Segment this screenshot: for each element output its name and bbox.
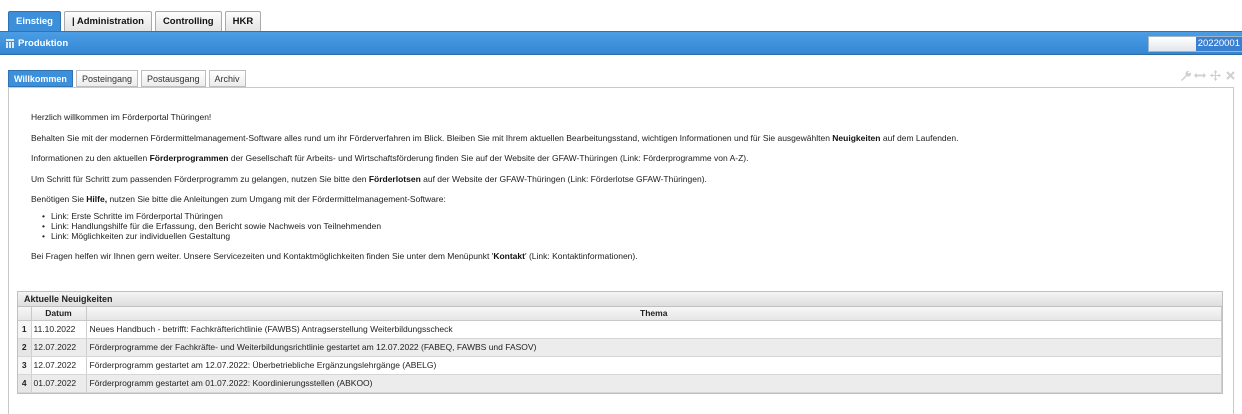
tab-einstieg[interactable]: Einstieg — [8, 11, 61, 31]
production-bar: Produktion 20220001 — [0, 31, 1242, 55]
help-link-list: Link: Erste Schritte im Förderportal Thü… — [42, 211, 1226, 241]
column-header-thema[interactable]: Thema — [86, 307, 1222, 321]
row-number: 3 — [18, 356, 32, 375]
link-erste-schritte[interactable]: Link: Erste Schritte im Förderportal Thü… — [42, 211, 1226, 221]
news-topic[interactable]: Förderprogramm gestartet am 12.07.2022: … — [86, 356, 1222, 375]
production-title: Produktion — [18, 37, 69, 49]
close-icon[interactable] — [1224, 69, 1236, 81]
table-row[interactable]: 3 12.07.2022 Förderprogramm gestartet am… — [18, 356, 1222, 375]
news-topic[interactable]: Förderprogramme der Fachkräfte- und Weit… — [86, 338, 1222, 357]
foerderlotsen-highlight: Förderlotsen — [368, 173, 421, 184]
paragraph-help: Benötigen Sie Hilfe, nutzen Sie bitte di… — [31, 194, 446, 204]
project-number-field[interactable]: 20220001 — [1148, 36, 1242, 52]
row-number: 1 — [18, 320, 32, 339]
resize-horizontal-icon[interactable] — [1194, 69, 1206, 81]
tab-hkr[interactable]: HKR — [224, 11, 262, 31]
news-panel: Aktuelle Neuigkeiten Datum Thema 1 11.10… — [17, 291, 1223, 394]
link-gestaltung[interactable]: Link: Möglichkeiten zur individuellen Ge… — [42, 231, 1226, 241]
tab-willkommen[interactable]: Willkommen — [8, 70, 73, 87]
hilfe-highlight: Hilfe, — [86, 194, 108, 204]
wrench-icon[interactable] — [1179, 69, 1191, 81]
link-handlungshilfe[interactable]: Link: Handlungshilfe für die Erfassung, … — [42, 221, 1226, 231]
project-number-value: 20220001 — [1195, 37, 1242, 51]
welcome-text: Herzlich willkommen im Förderportal Thür… — [31, 112, 1226, 271]
neuigkeiten-highlight: Neuigkeiten — [832, 132, 881, 143]
news-table: Datum Thema 1 11.10.2022 Neues Handbuch … — [18, 307, 1222, 393]
window-tools — [1179, 69, 1236, 81]
list-icon — [6, 38, 14, 48]
news-date: 11.10.2022 — [31, 320, 87, 339]
row-number: 4 — [18, 374, 32, 393]
news-date: 12.07.2022 — [31, 356, 87, 375]
table-row[interactable]: 1 11.10.2022 Neues Handbuch - betrifft: … — [18, 320, 1222, 339]
tab-postausgang[interactable]: Postausgang — [140, 70, 206, 87]
tab-controlling[interactable]: Controlling — [154, 11, 222, 31]
paragraph-contact: Bei Fragen helfen wir Ihnen gern weiter.… — [31, 250, 638, 261]
paragraph-programs: Informationen zu den aktuellen Förderpro… — [31, 153, 749, 163]
paragraph-overview: Behalten Sie mit der modernen Fördermitt… — [31, 132, 959, 143]
top-tab-bar: Einstieg | Administration Controlling HK… — [8, 11, 262, 31]
news-title: Aktuelle Neuigkeiten — [18, 292, 1222, 307]
news-topic[interactable]: Neues Handbuch - betrifft: Fachkräfteric… — [86, 320, 1222, 339]
news-topic[interactable]: Förderprogramm gestartet am 01.07.2022: … — [86, 374, 1222, 393]
news-date: 12.07.2022 — [31, 338, 87, 357]
foerderprogramme-highlight: Förderprogrammen — [149, 153, 229, 163]
tab-posteingang[interactable]: Posteingang — [75, 70, 138, 87]
paragraph-lotse: Um Schritt für Schritt zum passenden För… — [31, 173, 707, 184]
table-row[interactable]: 4 01.07.2022 Förderprogramm gestartet am… — [18, 374, 1222, 393]
kontakt-highlight: Kontakt — [493, 250, 525, 261]
row-number: 2 — [18, 338, 32, 357]
tab-archiv[interactable]: Archiv — [208, 70, 246, 87]
greeting: Herzlich willkommen im Förderportal Thür… — [31, 112, 212, 122]
table-row[interactable]: 2 12.07.2022 Förderprogramme der Fachkrä… — [18, 338, 1222, 357]
news-date: 01.07.2022 — [31, 374, 87, 393]
column-header-datum[interactable]: Datum — [31, 307, 87, 321]
move-icon[interactable] — [1209, 69, 1221, 81]
tab-administration[interactable]: | Administration — [63, 11, 152, 31]
sub-tab-bar: Willkommen Posteingang Postausgang Archi… — [8, 70, 246, 87]
row-number-header — [18, 307, 32, 321]
